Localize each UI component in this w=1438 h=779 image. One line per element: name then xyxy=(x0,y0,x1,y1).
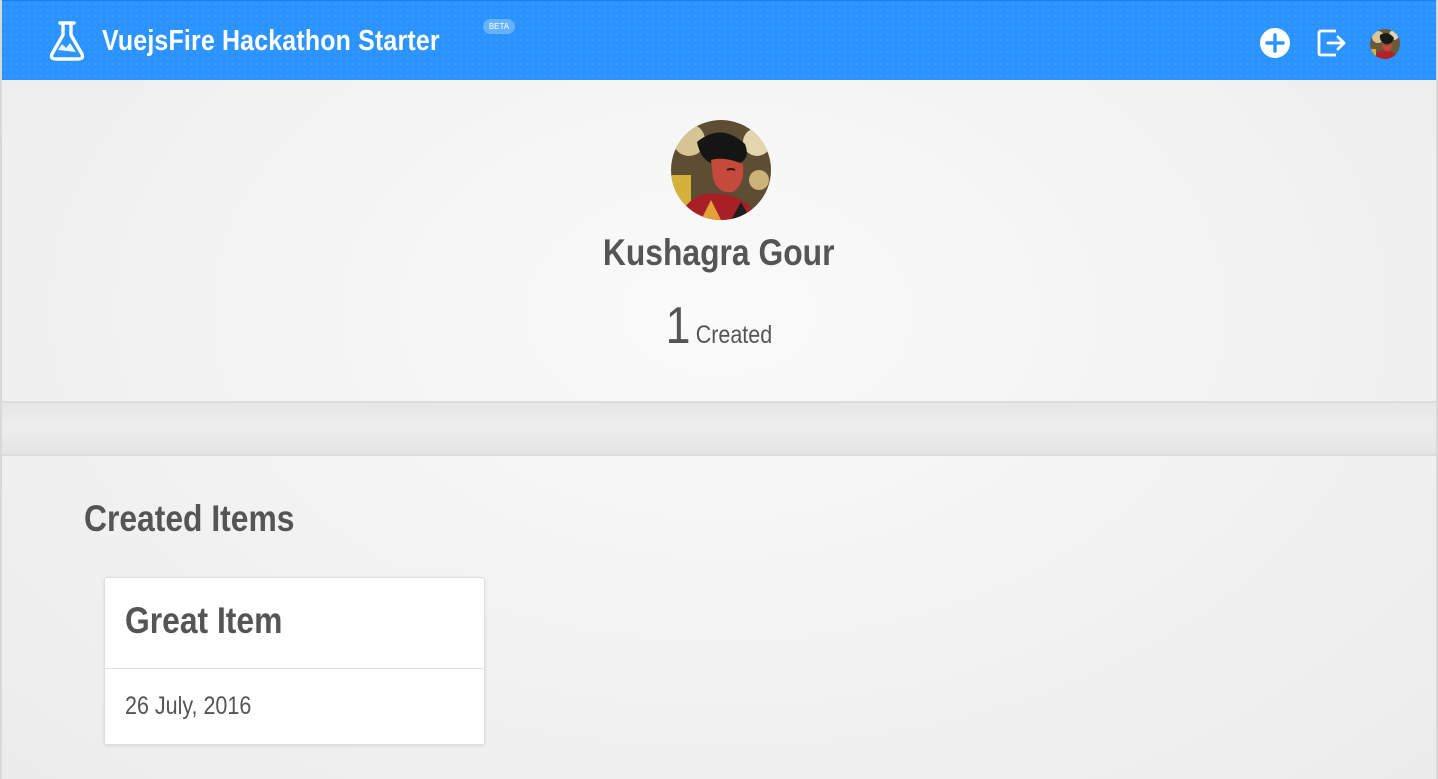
top-navbar: VuejsFire Hackathon Starter BETA xyxy=(2,0,1436,80)
profile-avatar xyxy=(671,120,771,220)
brand-link[interactable]: VuejsFire Hackathon Starter xyxy=(48,18,495,64)
app-window: VuejsFire Hackathon Starter BETA Kushagr… xyxy=(0,0,1438,779)
created-label: Created xyxy=(695,321,773,349)
created-items-heading: Created Items xyxy=(84,498,295,539)
item-title: Great Item xyxy=(125,600,283,641)
avatar xyxy=(671,120,771,220)
section-divider xyxy=(2,401,1436,456)
card-divider xyxy=(105,668,484,669)
add-item-button[interactable] xyxy=(1259,27,1291,59)
created-stat: 1 Created xyxy=(2,296,1436,356)
flask-icon xyxy=(49,21,85,61)
profile-name-text: Kushagra Gour xyxy=(603,232,835,273)
logout-icon xyxy=(1317,29,1346,57)
item-card[interactable]: Great Item 26 July, 2016 xyxy=(104,577,485,745)
profile-name: Kushagra Gour xyxy=(2,232,1436,274)
beta-badge: BETA xyxy=(483,19,515,34)
created-count: 1 xyxy=(665,297,691,355)
avatar xyxy=(1370,29,1400,59)
logout-button[interactable] xyxy=(1316,27,1348,59)
item-date: 26 July, 2016 xyxy=(125,692,252,720)
plus-circle-icon xyxy=(1260,28,1290,58)
user-avatar-button[interactable] xyxy=(1370,29,1400,59)
created-stat-inner: 1 Created xyxy=(666,296,773,356)
app-title: VuejsFire Hackathon Starter xyxy=(102,24,440,57)
